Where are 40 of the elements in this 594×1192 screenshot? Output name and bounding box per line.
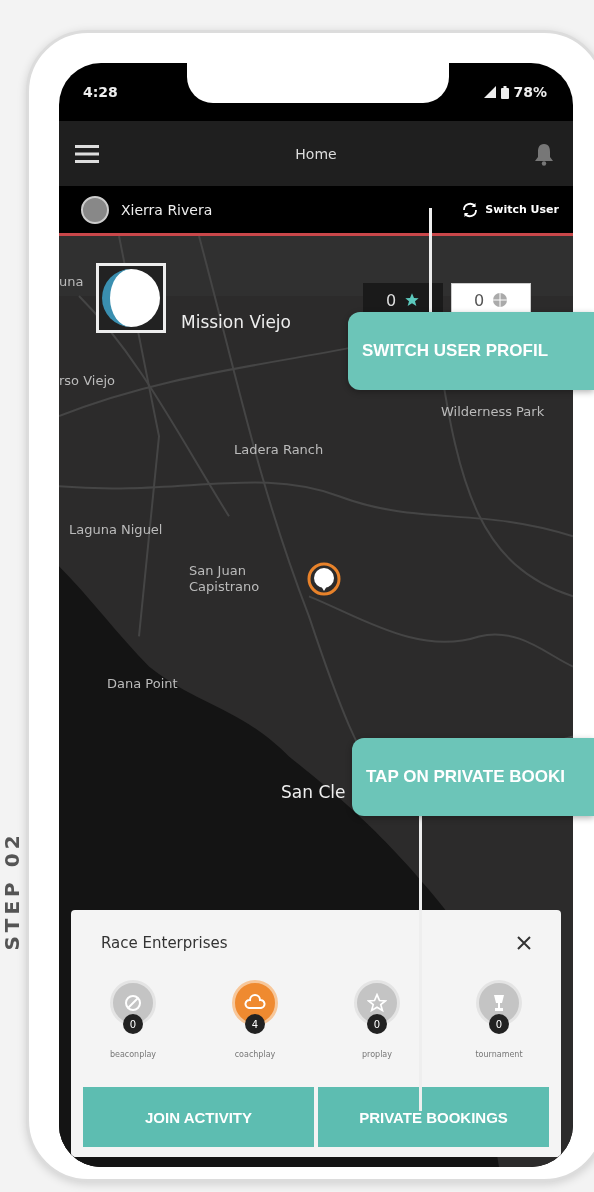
map-label: Dana Point [107, 676, 179, 692]
battery-icon [501, 85, 510, 99]
menu-icon[interactable] [75, 144, 99, 163]
callout-label: SWITCH USER PROFIL [348, 312, 594, 390]
count-badge: 4 [245, 1014, 265, 1034]
category-label: beaconplay [109, 1050, 157, 1059]
count-badge: 0 [489, 1014, 509, 1034]
sync-icon [461, 200, 480, 219]
map-label: Ladera Ranch [234, 442, 325, 458]
battery-percent: 78% [513, 84, 547, 100]
map-label: una [59, 274, 85, 290]
status-time: 4:28 [83, 84, 118, 100]
bell-icon[interactable] [533, 141, 555, 166]
map-label: Wilderness Park [441, 404, 546, 420]
callout-label: TAP ON PRIVATE BOOKI [352, 738, 594, 816]
star-icon [367, 993, 387, 1013]
map-label: San Juan Capistrano [189, 563, 261, 595]
close-icon[interactable] [517, 936, 531, 950]
location-pin-icon[interactable] [307, 562, 341, 596]
organization-name: Race Enterprises [101, 934, 228, 952]
map-label: San Cle [281, 782, 347, 803]
category-label: coachplay [234, 1050, 276, 1059]
cloud-icon [244, 994, 266, 1012]
counter-value: 0 [385, 290, 397, 310]
map-label: rso Viejo [59, 373, 116, 389]
star-icon [404, 292, 421, 308]
switch-user-button[interactable]: Switch User [461, 200, 559, 219]
map-label: Mission Viejo [181, 312, 292, 333]
count-badge: 0 [123, 1014, 143, 1034]
user-avatar [81, 195, 109, 224]
counter-value: 0 [473, 290, 485, 310]
count-badge: 0 [367, 1014, 387, 1034]
step-caption: STEP 02 [1, 831, 23, 951]
signal-icon [484, 86, 498, 98]
screen-title: Home [295, 145, 337, 162]
category-label: tournament [475, 1050, 523, 1059]
category-label: proplay [362, 1050, 392, 1059]
map-label: Laguna Niguel [69, 522, 164, 538]
ball-icon [492, 292, 509, 308]
user-name: Xierra Rivera [121, 201, 214, 218]
